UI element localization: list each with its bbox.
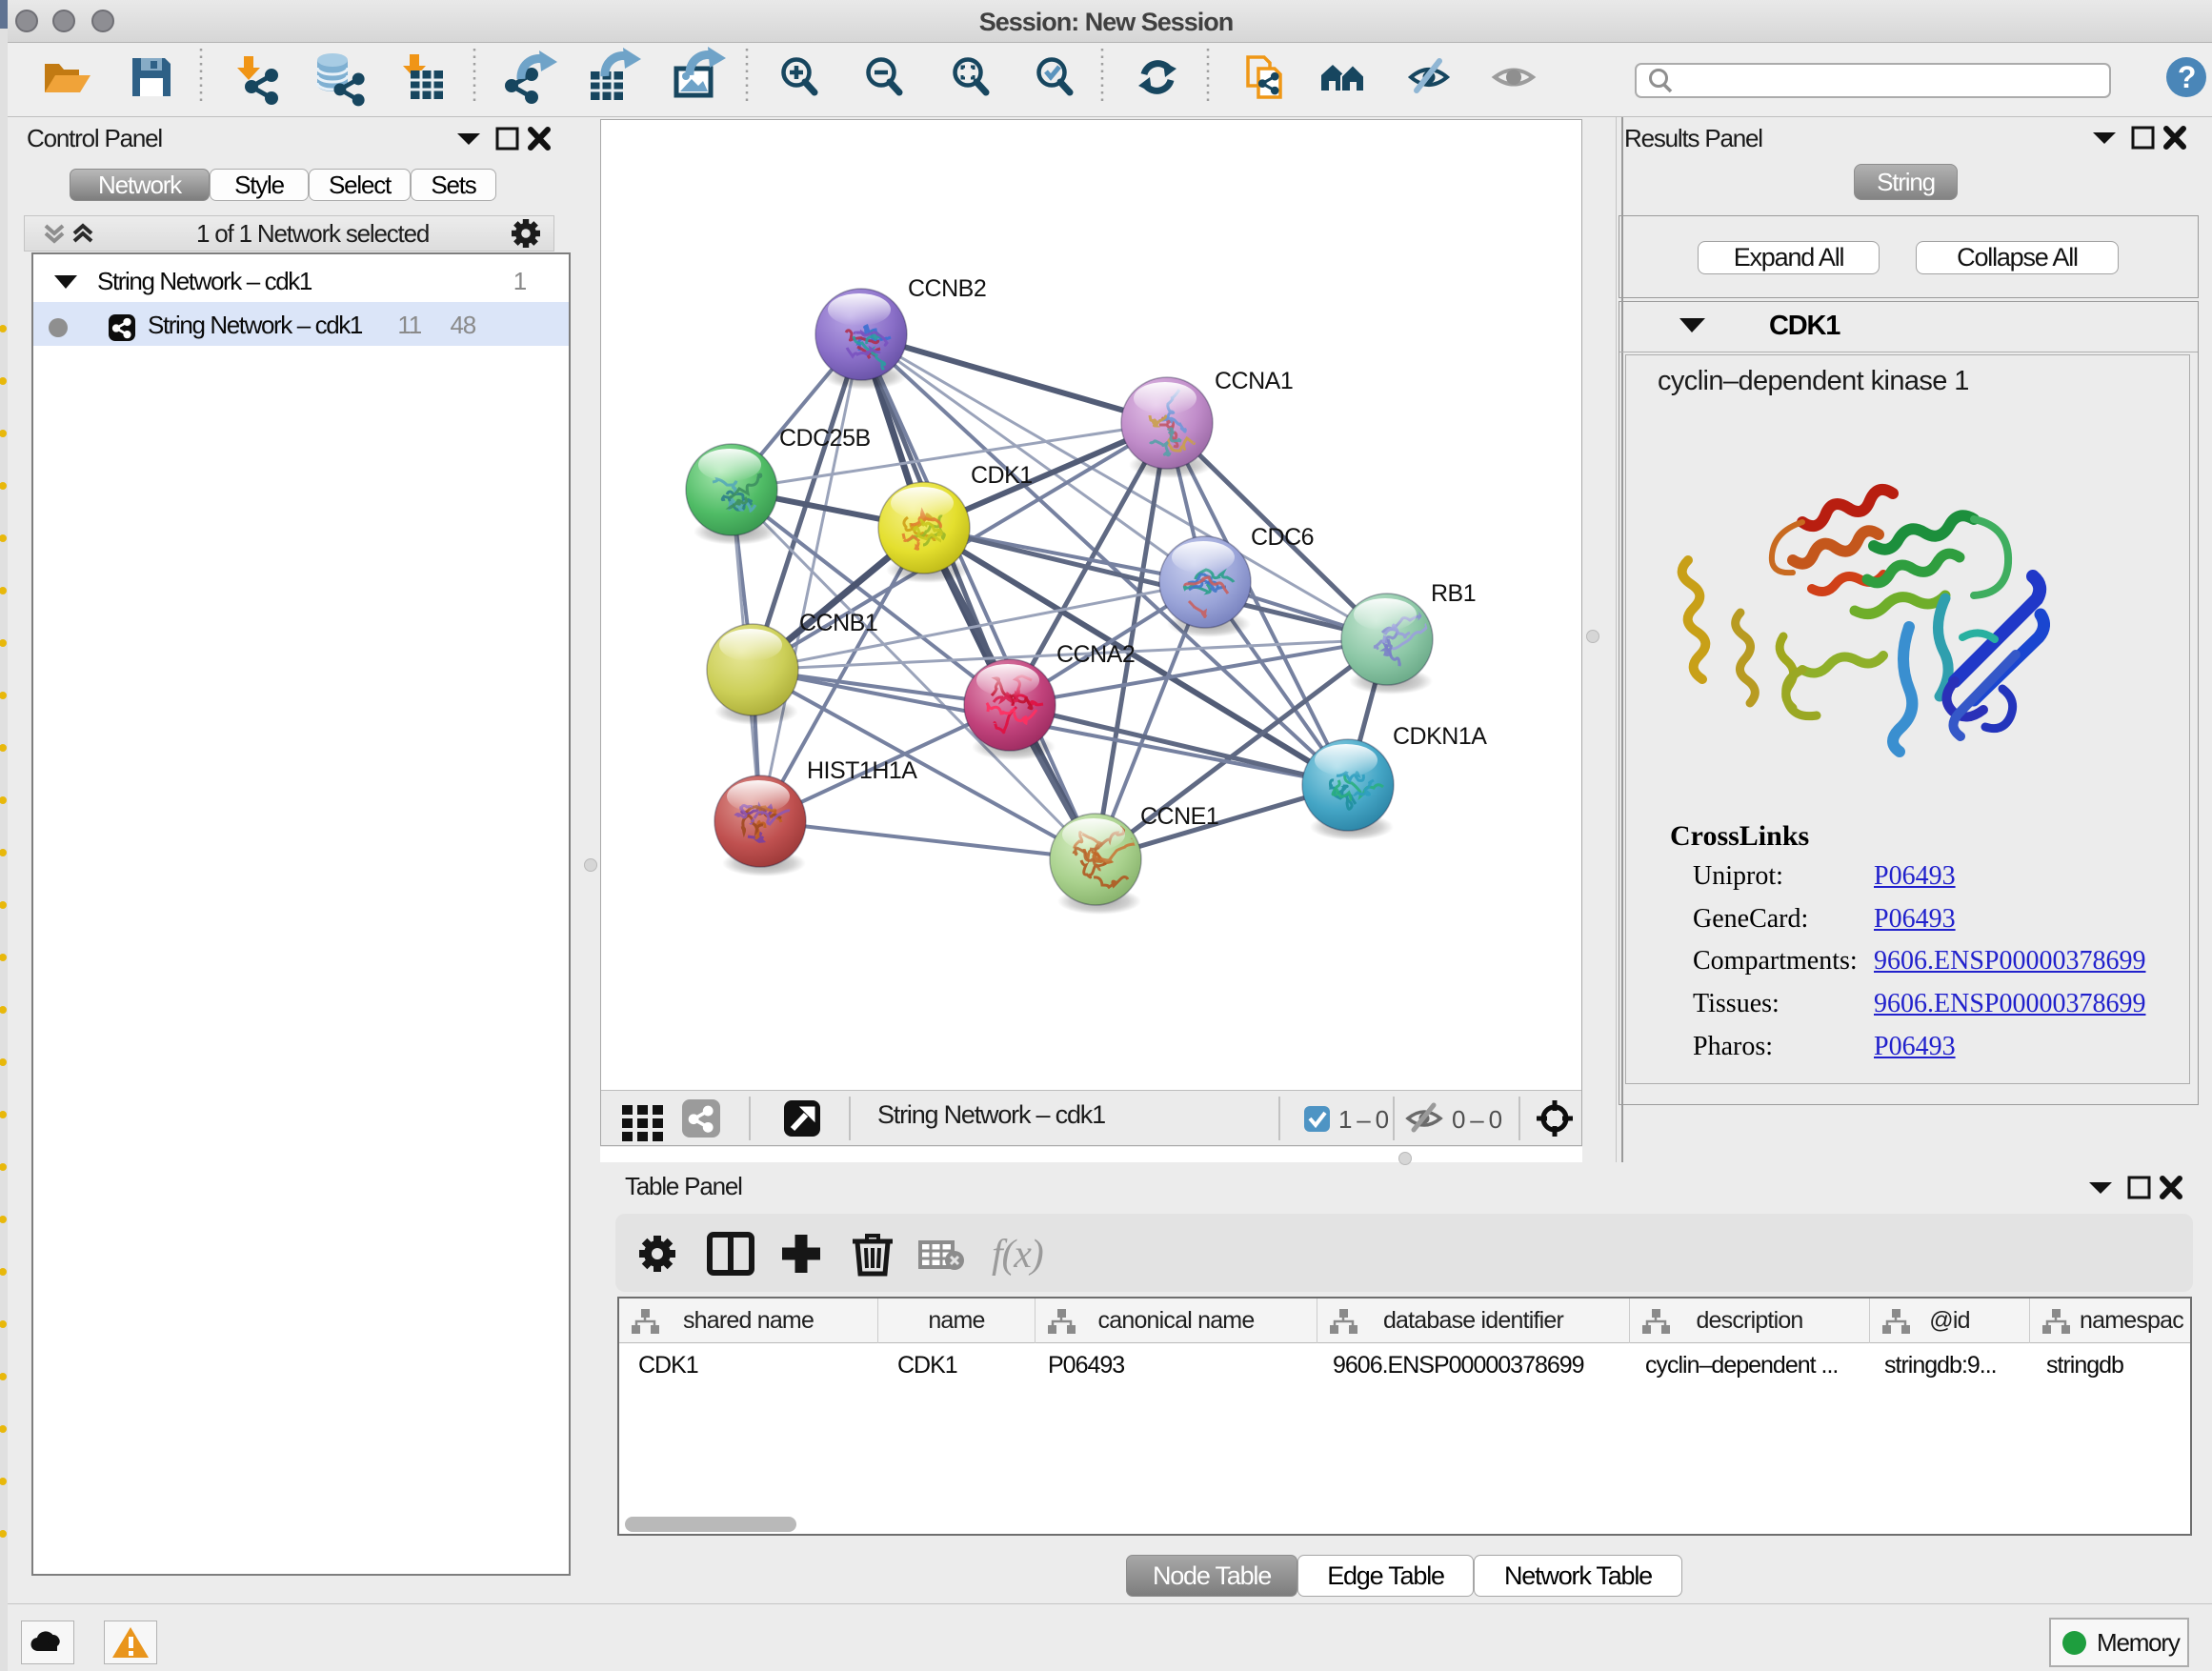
svg-text:CCNA2: CCNA2 xyxy=(1056,641,1135,668)
svg-text:CCNB2: CCNB2 xyxy=(908,275,986,302)
svg-text:CDC25B: CDC25B xyxy=(779,425,871,452)
svg-text:CCNB1: CCNB1 xyxy=(799,610,877,636)
svg-text:RB1: RB1 xyxy=(1431,580,1476,607)
svg-text:HIST1H1A: HIST1H1A xyxy=(807,757,917,784)
svg-text:0 – 0: 0 – 0 xyxy=(1452,1105,1502,1134)
svg-text:?: ? xyxy=(2178,60,2195,94)
svg-text:CDK1: CDK1 xyxy=(971,462,1033,489)
svg-text:CCNE1: CCNE1 xyxy=(1140,803,1218,830)
svg-text:f(x): f(x) xyxy=(992,1233,1043,1277)
svg-text:CDC6: CDC6 xyxy=(1251,524,1314,551)
svg-text:CDKN1A: CDKN1A xyxy=(1393,723,1487,750)
svg-text:CCNA1: CCNA1 xyxy=(1215,368,1293,394)
svg-text:1 – 0: 1 – 0 xyxy=(1338,1105,1389,1134)
